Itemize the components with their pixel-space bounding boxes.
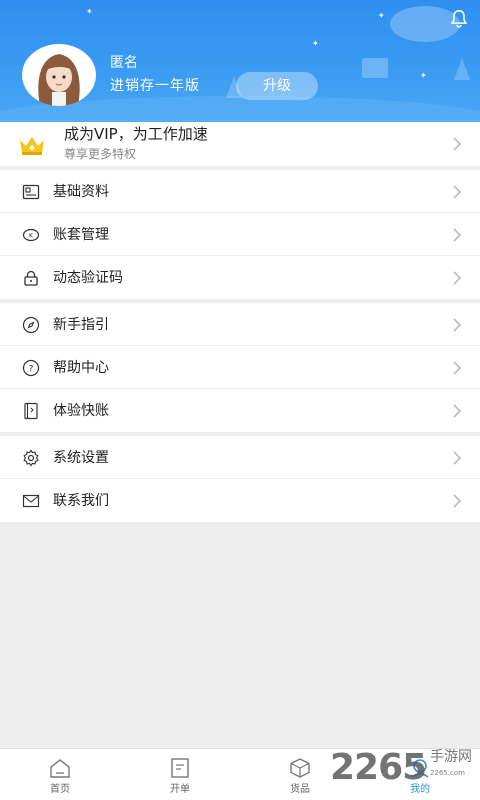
- menu-item-help-center[interactable]: ? 帮助中心: [0, 346, 480, 389]
- lock-icon: [24, 270, 38, 286]
- watermark-number: 2265: [330, 747, 427, 788]
- svg-text:K: K: [29, 233, 34, 240]
- menu-item-label: 联系我们: [53, 493, 109, 509]
- menu-item-basic-data[interactable]: 基础资料: [0, 170, 480, 213]
- tree-decoration: [454, 58, 470, 80]
- svg-text:?: ?: [29, 365, 34, 375]
- menu-group-help: 新手指引 ? 帮助中心 体验快账: [0, 303, 480, 432]
- help-icon: ?: [22, 359, 40, 377]
- menu-item-dynamic-code[interactable]: 动态验证码: [0, 256, 480, 299]
- user-name: 匿名: [110, 55, 138, 71]
- document-icon: [171, 758, 189, 778]
- chevron-right-icon: [453, 404, 462, 418]
- menu-item-label: 新手指引: [53, 317, 109, 333]
- box-icon: [290, 758, 310, 778]
- menu-group-account: 基础资料 K 账套管理 动态验证码: [0, 170, 480, 299]
- profile-header: ✦ ✦ ✦ ✦ 匿名 进销存一年版 升级: [0, 0, 480, 122]
- book-icon: [24, 402, 38, 420]
- id-card-icon: [22, 184, 40, 200]
- tab-home[interactable]: 首页: [0, 749, 120, 800]
- site-watermark: 2265 手游网 2265.com: [330, 746, 480, 796]
- menu-item-label: 帮助中心: [53, 360, 109, 376]
- vip-banner[interactable]: 成为VIP，为工作加速 尊享更多特权: [0, 122, 480, 166]
- menu-item-label: 动态验证码: [53, 270, 123, 286]
- star-icon: ✦: [420, 71, 427, 80]
- menu-item-system-settings[interactable]: 系统设置: [0, 436, 480, 479]
- crown-icon: [20, 137, 44, 155]
- home-icon: [50, 759, 70, 778]
- gear-icon: [23, 449, 39, 467]
- bell-icon[interactable]: [448, 8, 470, 30]
- compass-icon: [22, 316, 40, 334]
- avatar[interactable]: [22, 44, 96, 106]
- vip-subtitle: 尊享更多特权: [64, 147, 137, 161]
- chevron-right-icon: [453, 271, 462, 285]
- star-icon: ✦: [86, 7, 93, 16]
- chevron-right-icon: [453, 185, 462, 199]
- watermark-url: 2265.com: [430, 769, 465, 777]
- menu-item-beginner-guide[interactable]: 新手指引: [0, 303, 480, 346]
- chevron-right-icon: [453, 494, 462, 508]
- plan-label: 进销存一年版: [110, 78, 200, 94]
- tab-label: 开单: [170, 784, 190, 795]
- star-icon: ✦: [312, 39, 319, 48]
- menu-item-label: 系统设置: [53, 450, 109, 466]
- menu-item-label: 账套管理: [53, 227, 109, 243]
- star-icon: ✦: [378, 11, 385, 20]
- avatar-background: [22, 44, 96, 106]
- menu-item-try-quick-ledger[interactable]: 体验快账: [0, 389, 480, 432]
- upgrade-button[interactable]: 升级: [236, 72, 318, 100]
- watermark-text: 手游网: [430, 749, 472, 765]
- chevron-right-icon: [453, 451, 462, 465]
- menu-item-ledger[interactable]: K 账套管理: [0, 213, 480, 256]
- menu-item-label: 基础资料: [53, 184, 109, 200]
- chevron-right-icon: [453, 228, 462, 242]
- tab-create-order[interactable]: 开单: [120, 749, 240, 800]
- avatar-girl-icon: [38, 54, 80, 106]
- chevron-right-icon: [453, 361, 462, 375]
- chevron-right-icon: [453, 318, 462, 332]
- house-decoration: [362, 58, 388, 78]
- menu-group-system: 系统设置 联系我们: [0, 436, 480, 522]
- menu-item-label: 体验快账: [53, 403, 109, 419]
- ledger-coin-icon: K: [22, 228, 40, 242]
- menu-item-contact-us[interactable]: 联系我们: [0, 479, 480, 522]
- vip-title: 成为VIP，为工作加速: [64, 125, 208, 143]
- mail-icon: [22, 494, 40, 508]
- chevron-right-icon: [453, 137, 462, 151]
- tab-label: 首页: [50, 784, 70, 795]
